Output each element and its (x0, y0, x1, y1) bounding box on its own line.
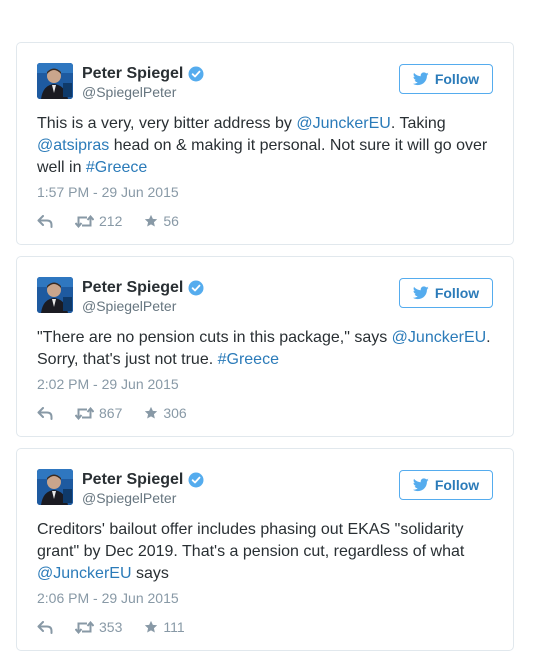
avatar[interactable] (37, 63, 73, 99)
tweet-text-segment: "There are no pension cuts in this packa… (37, 329, 392, 346)
retweet-icon (75, 620, 94, 634)
verified-badge-icon (188, 280, 204, 296)
retweet-count: 212 (99, 213, 123, 229)
author-handle[interactable]: @SpiegelPeter (82, 298, 176, 314)
tweet-text: "There are no pension cuts in this packa… (37, 327, 497, 371)
author-name-row[interactable]: Peter Spiegel (82, 64, 204, 84)
star-icon (145, 214, 158, 227)
tweet-text: Creditors' bailout offer includes phasin… (37, 519, 497, 585)
reply-button[interactable] (37, 406, 53, 420)
author-name[interactable]: Peter Spiegel (82, 65, 183, 83)
follow-label: Follow (434, 285, 480, 301)
reply-button[interactable] (37, 214, 53, 228)
star-icon (145, 406, 158, 419)
hashtag-link[interactable]: #Greece (86, 159, 147, 176)
author-name[interactable]: Peter Spiegel (82, 279, 183, 297)
tweet-card: Peter Spiegel @SpiegelPeter Follow Credi… (16, 448, 514, 651)
favorite-count: 306 (163, 405, 187, 421)
hashtag-link[interactable]: #Greece (218, 351, 279, 368)
tweet-text-segment: Creditors' bailout offer includes phasin… (37, 521, 465, 560)
tweet-timestamp[interactable]: 2:06 PM - 29 Jun 2015 (37, 590, 179, 606)
verified-badge-icon (188, 472, 204, 488)
favorite-count: 56 (163, 213, 179, 229)
author-handle[interactable]: @SpiegelPeter (82, 84, 176, 100)
follow-label: Follow (434, 71, 480, 87)
reply-icon (37, 214, 53, 228)
follow-button[interactable]: Follow (399, 64, 493, 94)
reply-icon (37, 406, 53, 420)
favorite-button[interactable]: 56 (144, 213, 179, 229)
retweet-icon (75, 406, 94, 420)
retweet-count: 867 (99, 405, 123, 421)
verified-badge-icon (188, 66, 204, 82)
author-name-row[interactable]: Peter Spiegel (82, 470, 204, 490)
mention-link[interactable]: @JunckerEU (392, 329, 487, 346)
retweet-button[interactable]: 212 (75, 213, 122, 229)
follow-button[interactable]: Follow (399, 470, 493, 500)
favorite-button[interactable]: 111 (144, 619, 185, 635)
twitter-bird-icon (412, 72, 429, 86)
avatar[interactable] (37, 277, 73, 313)
reply-icon (37, 620, 53, 634)
favorite-count: 111 (163, 619, 185, 635)
author-name-row[interactable]: Peter Spiegel (82, 278, 204, 298)
retweet-button[interactable]: 353 (75, 619, 122, 635)
author-name[interactable]: Peter Spiegel (82, 471, 183, 489)
follow-button[interactable]: Follow (399, 278, 493, 308)
tweet-actions: 867 306 (37, 403, 187, 423)
retweet-icon (75, 214, 94, 228)
tweet-text: This is a very, very bitter address by @… (37, 113, 497, 179)
retweet-button[interactable]: 867 (75, 405, 122, 421)
tweet-text-segment: This is a very, very bitter address by (37, 115, 297, 132)
tweet-card: Peter Spiegel @SpiegelPeter Follow "Ther… (16, 256, 514, 437)
author-handle[interactable]: @SpiegelPeter (82, 490, 176, 506)
tweet-text-segment: . Taking (390, 115, 446, 132)
mention-link[interactable]: @JunckerEU (37, 565, 132, 582)
tweet-card: Peter Spiegel @SpiegelPeter Follow This … (16, 42, 514, 245)
mention-link[interactable]: @JunckerEU (296, 115, 391, 132)
tweet-actions: 353 111 (37, 617, 185, 637)
tweet-timestamp[interactable]: 2:02 PM - 29 Jun 2015 (37, 376, 179, 392)
twitter-bird-icon (412, 478, 429, 492)
follow-label: Follow (434, 477, 480, 493)
tweet-actions: 212 56 (37, 211, 179, 231)
favorite-button[interactable]: 306 (144, 405, 187, 421)
reply-button[interactable] (37, 620, 53, 634)
tweet-text-segment: says (131, 565, 169, 582)
twitter-bird-icon (412, 286, 429, 300)
retweet-count: 353 (99, 619, 123, 635)
avatar[interactable] (37, 469, 73, 505)
mention-link[interactable]: @atsipras (37, 137, 109, 154)
tweet-timestamp[interactable]: 1:57 PM - 29 Jun 2015 (37, 184, 179, 200)
star-icon (145, 620, 158, 633)
